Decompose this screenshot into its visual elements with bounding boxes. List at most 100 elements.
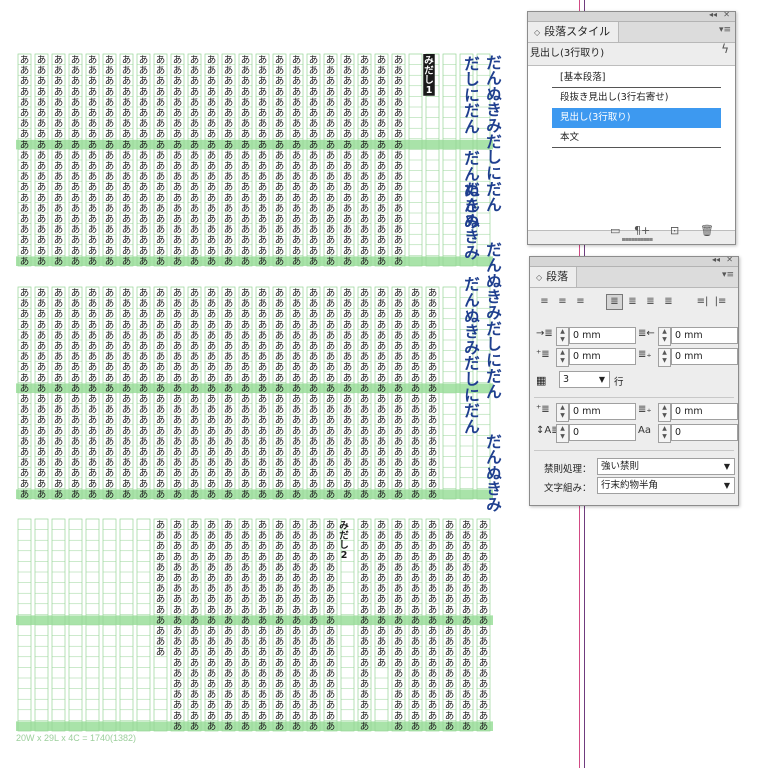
- line-count-select[interactable]: 3 ▼: [559, 371, 610, 388]
- body-glyph: あ: [190, 711, 200, 722]
- trash-icon[interactable]: 🗑: [700, 224, 714, 237]
- body-glyph: あ: [326, 193, 336, 204]
- headline-column-right-3[interactable]: だんぬきみ: [486, 433, 502, 514]
- stepper[interactable]: ▲ ▼: [556, 327, 569, 346]
- close-icon[interactable]: ✕: [723, 10, 730, 19]
- paragraph-styles-panel[interactable]: ◂◂ ✕ ◇ 段落スタイル ▾≡ 見出し(3行取り) ϟ [基本段落] 段抜き見出…: [527, 10, 736, 245]
- body-glyph: あ: [275, 679, 285, 690]
- align-left-icon[interactable]: ≡: [536, 294, 553, 310]
- drop-cap-lines-input[interactable]: [569, 424, 636, 441]
- stepper[interactable]: ▲ ▼: [556, 403, 569, 422]
- body-glyph: あ: [37, 235, 47, 246]
- midashi2-label[interactable]: みだし2: [339, 521, 349, 561]
- justify-left-icon[interactable]: ≣: [606, 294, 623, 310]
- left-indent-input[interactable]: [569, 327, 636, 344]
- body-glyph: あ: [445, 711, 455, 722]
- body-glyph: あ: [71, 97, 81, 108]
- body-glyph: あ: [377, 383, 387, 394]
- body-glyph: あ: [224, 225, 234, 236]
- body-glyph: あ: [411, 520, 421, 531]
- grid-block[interactable]: ああああああああああああああああああああああああああああああああああああああああ…: [16, 286, 493, 500]
- body-glyph: あ: [190, 552, 200, 563]
- tab-paragraph-styles[interactable]: ◇ 段落スタイル: [528, 22, 620, 42]
- body-glyph: あ: [326, 668, 336, 679]
- body-glyph: あ: [224, 352, 234, 363]
- body-glyph: あ: [241, 605, 251, 616]
- body-glyph: あ: [343, 55, 353, 66]
- resize-grip[interactable]: ▪▪▪▪▪▪▪▪▪▪: [622, 236, 654, 243]
- stepper[interactable]: ▲ ▼: [556, 348, 569, 367]
- body-glyph: あ: [258, 520, 268, 531]
- space-before-input[interactable]: [569, 403, 636, 420]
- justify-all-icon[interactable]: ≣: [660, 294, 677, 310]
- style-item-basic[interactable]: [基本段落]: [552, 68, 721, 88]
- panel-titlebar[interactable]: ◂◂ ✕: [530, 255, 738, 267]
- body-glyph: あ: [479, 520, 489, 531]
- stepper[interactable]: ▲ ▼: [556, 424, 569, 443]
- body-glyph: あ: [360, 584, 370, 595]
- align-center-icon[interactable]: ≡: [554, 294, 571, 310]
- body-glyph: あ: [326, 562, 336, 573]
- justify-right-icon[interactable]: ≣: [642, 294, 659, 310]
- body-glyph: あ: [37, 288, 47, 299]
- body-glyph: あ: [139, 362, 149, 373]
- chevron-down-icon: ▼: [598, 375, 605, 384]
- style-item-danuki[interactable]: 段抜き見出し(3行右寄せ): [552, 88, 721, 108]
- new-style-icon[interactable]: ⊡: [670, 224, 679, 237]
- close-icon[interactable]: ✕: [726, 255, 733, 264]
- body-glyph: あ: [173, 584, 183, 595]
- collapse-icon[interactable]: ◂◂: [712, 255, 720, 264]
- midashi1-label[interactable]: みだし1: [423, 54, 435, 96]
- body-glyph: あ: [190, 426, 200, 437]
- stepper[interactable]: ▲ ▼: [658, 403, 671, 422]
- grid-block[interactable]: ああああああああああああああああああああああああああああああああああああああああ…: [16, 53, 493, 267]
- body-glyph: あ: [326, 394, 336, 405]
- collapse-icon[interactable]: ◂◂: [709, 10, 717, 19]
- stepper[interactable]: ▲ ▼: [658, 424, 671, 443]
- drop-cap-chars-input[interactable]: [671, 424, 738, 441]
- body-glyph: あ: [207, 626, 217, 637]
- folder-icon[interactable]: ▭: [610, 224, 620, 237]
- last-indent-input[interactable]: [671, 348, 738, 365]
- body-glyph: あ: [139, 55, 149, 66]
- body-glyph: あ: [190, 129, 200, 140]
- body-glyph: あ: [20, 330, 30, 341]
- body-glyph: あ: [326, 214, 336, 225]
- drop-cap-lines-icon: ↕A≣: [536, 425, 560, 436]
- justify-center-icon[interactable]: ≣: [624, 294, 641, 310]
- stepper[interactable]: ▲ ▼: [658, 327, 671, 346]
- mojikumi-select[interactable]: 行末約物半角 ▼: [597, 477, 735, 494]
- bolt-icon[interactable]: ϟ: [721, 42, 729, 56]
- body-glyph: あ: [20, 468, 30, 479]
- kinsoku-select[interactable]: 強い禁則 ▼: [597, 458, 735, 475]
- style-item-midashi[interactable]: 見出し(3行取り): [552, 108, 721, 128]
- body-glyph: あ: [241, 161, 251, 172]
- panel-titlebar[interactable]: ◂◂ ✕: [528, 10, 735, 22]
- headline-column-middle-2[interactable]: だんぬきみ だんぬきみだしにだん: [464, 181, 480, 436]
- frame-grid[interactable]: ああああああああああああああああああああああああああああああああああああああああ…: [0, 0, 540, 760]
- body-glyph: あ: [139, 383, 149, 394]
- align-right-icon[interactable]: ≡: [572, 294, 589, 310]
- body-glyph: あ: [105, 182, 115, 193]
- panel-menu-icon[interactable]: ▾≡: [722, 270, 734, 280]
- paragraph-panel[interactable]: ◂◂ ✕ ◇段落 ▾≡ ≡ ≡ ≡ ≣ ≣ ≣ ≣ ≡| |≡ →≣ ▲▼ ≣←…: [529, 255, 739, 506]
- style-list[interactable]: [基本段落] 段抜き見出し(3行右寄せ) 見出し(3行取り) 本文: [528, 65, 735, 231]
- body-glyph: あ: [292, 140, 302, 151]
- right-indent-input[interactable]: [671, 327, 738, 344]
- headline-column-right-2[interactable]: だんぬきみだしにだん: [486, 241, 502, 401]
- grid-block[interactable]: ああああああああああああああああああああああああああああああああああああああああ…: [16, 518, 493, 732]
- panel-menu-icon[interactable]: ▾≡: [719, 25, 731, 35]
- space-after-input[interactable]: [671, 403, 738, 420]
- chevron-down-icon: ▼: [723, 481, 730, 490]
- align-away-spine-icon[interactable]: |≡: [712, 294, 729, 310]
- align-towards-spine-icon[interactable]: ≡|: [694, 294, 711, 310]
- style-item-honbun[interactable]: 本文: [552, 128, 721, 148]
- body-glyph: あ: [207, 309, 217, 320]
- first-indent-input[interactable]: [569, 348, 636, 365]
- body-glyph: あ: [54, 405, 64, 416]
- stepper[interactable]: ▲ ▼: [658, 348, 671, 367]
- tab-paragraph[interactable]: ◇ 段落: [530, 267, 578, 287]
- headline-column-right[interactable]: だんぬきみだしにだん: [486, 54, 502, 214]
- body-glyph: あ: [411, 637, 421, 648]
- body-glyph: あ: [54, 426, 64, 437]
